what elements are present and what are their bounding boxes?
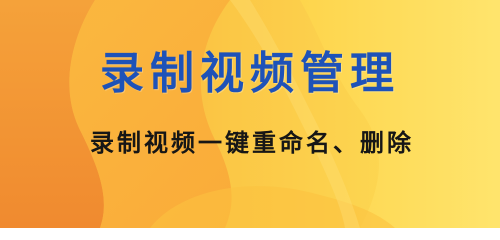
banner: 录制视频管理 录制视频一键重命名、删除 [0,0,500,228]
banner-background [0,0,500,228]
banner-subtitle: 录制视频一键重命名、删除 [90,129,414,157]
banner-title: 录制视频管理 [100,48,400,99]
